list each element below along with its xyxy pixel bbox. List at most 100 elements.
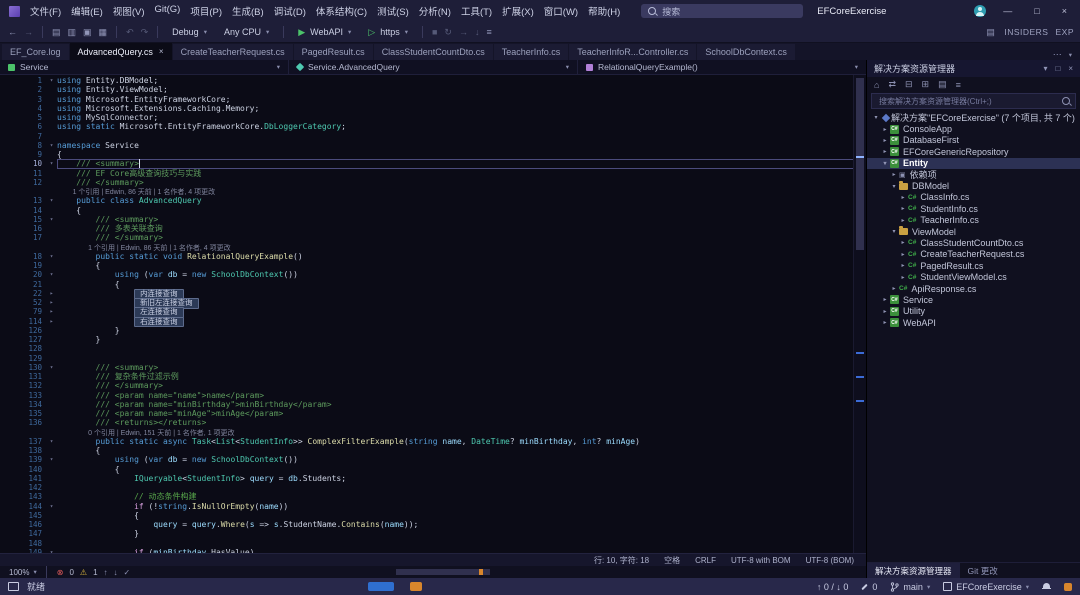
breakpoint-margin[interactable] <box>0 113 12 122</box>
collapsed-region-row[interactable]: 22▸ 内连接查询 <box>0 289 854 298</box>
doc-status-item[interactable]: CRLF <box>695 556 716 565</box>
menu-item[interactable]: 生成(B) <box>227 2 269 20</box>
horizontal-scrollbar-thumb[interactable] <box>396 569 490 575</box>
restart-icon[interactable]: ↻ <box>442 27 454 38</box>
more-tools-icon[interactable]: ≡ <box>484 27 493 37</box>
error-count[interactable]: 0 <box>69 568 73 577</box>
code-line[interactable]: 144▾ if (!string.IsNullOrEmpty(name)) <box>0 502 854 511</box>
fold-indicator[interactable]: ▾ <box>46 159 57 168</box>
code-line[interactable]: 149▾ if (minBirthday.HasValue) <box>0 548 854 553</box>
editor-tab[interactable]: AdvancedQuery.cs× <box>70 43 172 60</box>
save-icon[interactable]: ▣ <box>81 27 94 38</box>
breakpoint-margin[interactable] <box>0 159 12 168</box>
tree-expand-icon[interactable]: ▸ <box>898 205 908 212</box>
tree-item[interactable]: ▾ViewModel <box>867 226 1080 237</box>
menu-item[interactable]: 体系结构(C) <box>311 2 372 20</box>
breakpoint-margin[interactable] <box>0 437 12 446</box>
fold-indicator[interactable]: ▸ <box>46 298 57 307</box>
breakpoint-margin[interactable] <box>0 483 12 492</box>
breakpoint-margin[interactable] <box>0 298 12 307</box>
fold-indicator[interactable]: ▾ <box>46 437 57 446</box>
breakpoint-margin[interactable] <box>0 270 12 279</box>
solution-search-input[interactable] <box>877 96 1057 107</box>
editor-tab[interactable]: ClassStudentCountDto.cs <box>374 44 493 60</box>
tree-expand-icon[interactable]: ▾ <box>889 228 899 235</box>
menu-item[interactable]: 扩展(X) <box>497 2 539 20</box>
breakpoint-margin[interactable] <box>0 428 12 437</box>
breakpoint-margin[interactable] <box>0 344 12 353</box>
breakpoint-margin[interactable] <box>0 224 12 233</box>
breakpoint-margin[interactable] <box>0 465 12 474</box>
fold-indicator[interactable]: ▾ <box>46 252 57 261</box>
editor-tab[interactable]: TeacherInfoR...Controller.cs <box>569 44 696 60</box>
code-line[interactable]: 143 // 动态条件构建 <box>0 492 854 501</box>
step-into-icon[interactable]: ↓ <box>473 27 482 37</box>
tree-item[interactable]: ▾DBModel <box>867 180 1080 191</box>
next-issue-icon[interactable]: ↓ <box>114 568 118 577</box>
codelens-row[interactable]: 0 个引用 | Edwin, 151 天前 | 1 名作者, 1 项更改 <box>0 428 854 437</box>
menu-item[interactable]: 窗口(W) <box>539 2 583 20</box>
menu-item[interactable]: 帮助(H) <box>583 2 625 20</box>
breakpoint-margin[interactable] <box>0 418 12 427</box>
fold-indicator[interactable]: ▾ <box>46 76 57 85</box>
menu-item[interactable]: 测试(S) <box>372 2 414 20</box>
fold-indicator[interactable]: ▸ <box>46 289 57 298</box>
zoom-control[interactable]: 100% ▾ <box>4 568 42 577</box>
editor-tab[interactable]: CreateTeacherRequest.cs <box>173 44 293 60</box>
code-area[interactable]: 1▾using Entity.DBModel;2using Entity.Vie… <box>0 75 866 553</box>
code-line[interactable]: 139▾ using (var db = new SchoolDbContext… <box>0 455 854 464</box>
fold-indicator[interactable]: ▸ <box>46 317 57 326</box>
code-line[interactable]: 147 } <box>0 529 854 538</box>
tree-expand-icon[interactable]: ▸ <box>898 194 908 201</box>
code-line[interactable]: 15▾ /// <summary> <box>0 215 854 224</box>
tree-item[interactable]: ▸C#CreateTeacherRequest.cs <box>867 249 1080 260</box>
fold-indicator[interactable]: ▾ <box>46 270 57 279</box>
tool-window-tab[interactable]: Git 更改 <box>960 563 1006 578</box>
code-line[interactable]: 129 <box>0 354 854 363</box>
code-line[interactable]: 11 /// EF Core高级查询技巧与实践 <box>0 169 854 178</box>
code-line[interactable]: 16 /// 多表关联查询 <box>0 224 854 233</box>
breakpoint-margin[interactable] <box>0 381 12 390</box>
list-icon[interactable]: ▤ <box>938 79 947 90</box>
tree-item[interactable]: ▸C#TeacherInfo.cs <box>867 215 1080 226</box>
doc-status-item[interactable]: UTF-8 with BOM <box>731 556 791 565</box>
stop-debug-icon[interactable]: ■ <box>430 27 439 37</box>
editor-tab[interactable]: PagedResult.cs <box>294 44 373 60</box>
fold-indicator[interactable]: ▾ <box>46 548 57 553</box>
prev-issue-icon[interactable]: ↑ <box>104 568 108 577</box>
code-line[interactable]: 10▾ /// <summary> <box>0 159 854 168</box>
tree-item[interactable]: ▾解决方案"EFCoreExercise" (7 个项目, 共 7 个) <box>867 112 1080 123</box>
code-line[interactable]: 20▾ using (var db = new SchoolDbContext(… <box>0 270 854 279</box>
code-line[interactable]: 145 { <box>0 511 854 520</box>
code-line[interactable]: 142 <box>0 483 854 492</box>
open-file-icon[interactable]: ▥ <box>66 27 79 38</box>
breakpoint-margin[interactable] <box>0 455 12 464</box>
tree-expand-icon[interactable]: ▸ <box>898 251 908 258</box>
breakpoint-margin[interactable] <box>0 280 12 289</box>
menu-item[interactable]: Git(G) <box>149 2 185 20</box>
tree-item[interactable]: ▸C#WebAPI <box>867 317 1080 328</box>
breakpoint-margin[interactable] <box>0 520 12 529</box>
breakpoint-margin[interactable] <box>0 178 12 187</box>
warning-count[interactable]: 1 <box>93 568 97 577</box>
breakpoint-margin[interactable] <box>0 511 12 520</box>
code-line[interactable]: 7 <box>0 132 854 141</box>
fold-indicator[interactable]: ▸ <box>46 307 57 316</box>
breakpoint-margin[interactable] <box>0 289 12 298</box>
breakpoint-margin[interactable] <box>0 243 12 252</box>
menu-item[interactable]: 项目(P) <box>185 2 227 20</box>
menu-item[interactable]: 视图(V) <box>108 2 150 20</box>
git-branch-selector[interactable]: main ▾ <box>890 582 930 592</box>
breakpoint-margin[interactable] <box>0 539 12 548</box>
pending-changes-status[interactable]: 0 <box>861 582 877 592</box>
code-line[interactable]: 140 { <box>0 465 854 474</box>
panel-chevron-icon[interactable]: ▾ <box>1043 64 1047 73</box>
fold-indicator[interactable]: ▾ <box>46 502 57 511</box>
tree-expand-icon[interactable]: ▸ <box>898 274 908 281</box>
code-line[interactable]: 134 /// <param name="minBirthday">minBir… <box>0 400 854 409</box>
code-line[interactable]: 132 /// </summary> <box>0 381 854 390</box>
breakpoint-margin[interactable] <box>0 446 12 455</box>
code-line[interactable]: 133 /// <param name="name">name</param> <box>0 391 854 400</box>
breakpoint-margin[interactable] <box>0 252 12 261</box>
code-line[interactable]: 141 IQueryable<StudentInfo> query = db.S… <box>0 474 854 483</box>
